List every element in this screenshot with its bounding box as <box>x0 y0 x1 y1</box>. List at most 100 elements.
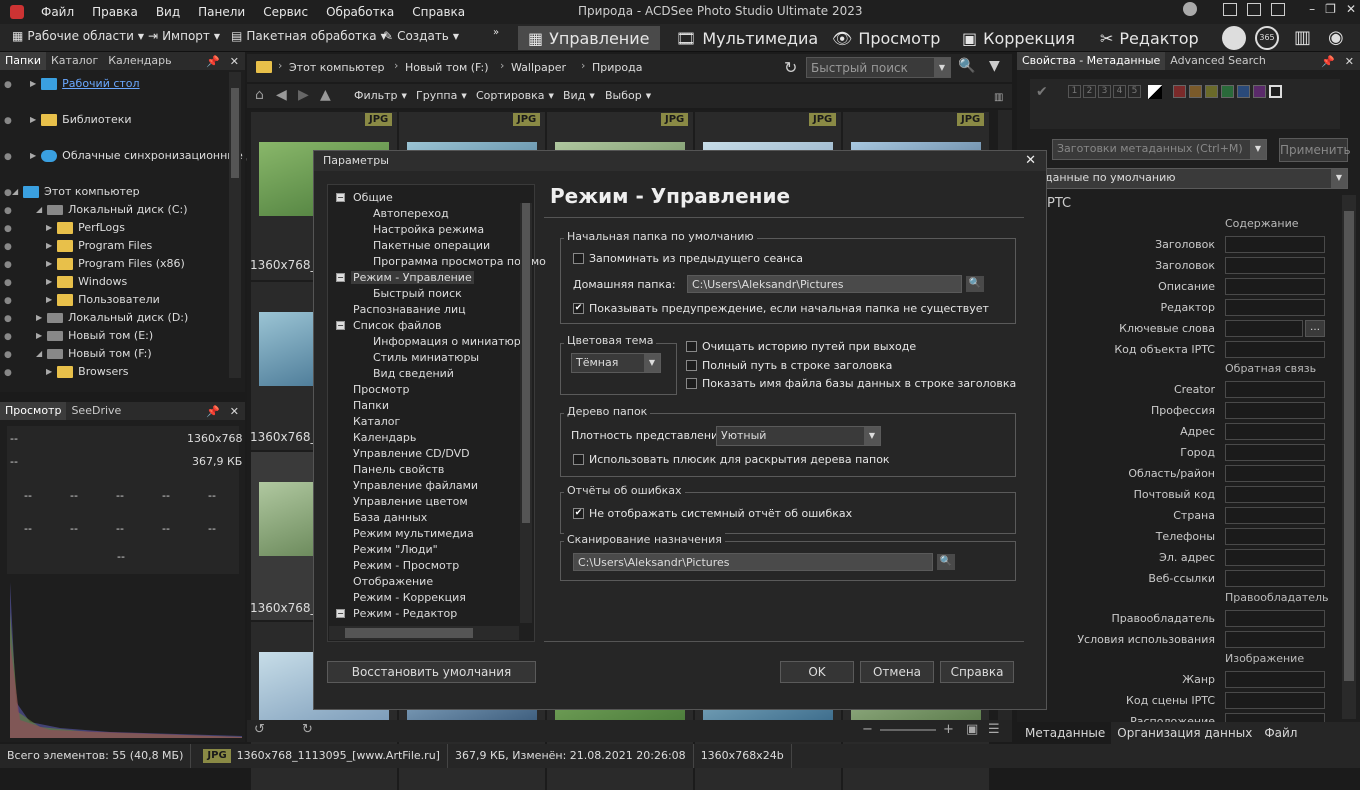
metadata-preset-combo[interactable]: Заготовки метаданных (Ctrl+M) ▼ <box>1052 139 1267 160</box>
metadata-field-input[interactable] <box>1225 381 1325 398</box>
toolbar-overflow-icon[interactable]: » <box>493 27 499 38</box>
metadata-field-input[interactable] <box>1225 692 1325 709</box>
rating-3-button[interactable]: 3 <box>1098 85 1111 98</box>
breadcrumb-item[interactable]: Природа <box>592 61 642 74</box>
breadcrumb-item[interactable]: Новый том (F:) <box>405 61 489 74</box>
minimize-button[interactable]: – <box>1309 2 1315 16</box>
metadata-field-input[interactable] <box>1225 423 1325 440</box>
metadata-field-input[interactable] <box>1225 320 1303 337</box>
options-tree-item[interactable]: Режим "Люди" <box>351 543 440 556</box>
options-tree-item[interactable]: Список файлов <box>351 319 443 332</box>
metadata-field-input[interactable] <box>1225 610 1325 627</box>
options-tree-item[interactable]: Просмотр <box>351 383 411 396</box>
cancel-button[interactable]: Отмена <box>860 661 934 683</box>
restore-button[interactable]: ❐ <box>1325 2 1336 16</box>
tab-folders[interactable]: Папки <box>0 52 46 70</box>
clear-history-checkbox[interactable]: Очищать историю путей при выходе <box>686 340 916 353</box>
scan-folder-field[interactable]: C:\Users\Aleksandr\Pictures <box>573 553 933 571</box>
metadata-scrollbar[interactable] <box>1342 195 1356 719</box>
menu-view[interactable]: Вид <box>147 5 189 19</box>
menu-file[interactable]: Файл <box>32 5 83 19</box>
rating-4-button[interactable]: 4 <box>1113 85 1126 98</box>
pin-icon[interactable]: ● <box>4 350 12 360</box>
expand-icon[interactable]: ◢ <box>36 349 42 358</box>
options-tree-item[interactable]: Режим мультимедиа <box>351 527 476 540</box>
options-tree-item[interactable]: Управление CD/DVD <box>351 447 472 460</box>
search-icon[interactable]: 🔍 <box>958 58 975 74</box>
eye-settings-icon[interactable]: ◉ <box>1328 27 1344 48</box>
close-icon[interactable]: ✕ <box>230 55 239 68</box>
restore-defaults-button[interactable]: Восстановить умолчания <box>327 661 536 683</box>
plus-expand-checkbox[interactable]: Использовать плюсик для раскрытия дерева… <box>573 453 890 466</box>
back-icon[interactable]: ◀ <box>276 87 287 103</box>
expand-icon[interactable]: ▶ <box>30 79 36 88</box>
tab-advanced-search[interactable]: Advanced Search <box>1165 52 1271 70</box>
collapse-icon[interactable]: − <box>336 321 345 330</box>
folder-tree-scrollbar[interactable] <box>229 72 241 378</box>
pin-icon[interactable]: ● <box>4 314 12 324</box>
expand-icon[interactable]: ▶ <box>46 259 52 268</box>
metadata-field-input[interactable] <box>1225 341 1325 358</box>
batch-button[interactable]: ▤ Пакетная обработка ▼ <box>231 29 387 43</box>
options-tree-item[interactable]: Управление файлами <box>351 479 480 492</box>
folder-tree-item[interactable]: ▶ Windows <box>46 275 127 288</box>
options-tree-item[interactable]: База данных <box>351 511 429 524</box>
layout-bottom-icon[interactable] <box>1247 2 1262 16</box>
pin-icon[interactable]: ● <box>4 116 12 126</box>
options-tree-hscrollbar[interactable] <box>329 626 519 640</box>
close-button[interactable]: ✕ <box>1346 2 1356 16</box>
collapse-icon[interactable]: − <box>336 193 345 202</box>
pin-icon[interactable]: ● <box>4 332 12 342</box>
apply-button[interactable]: Применить <box>1279 138 1351 162</box>
mode-develop[interactable]: ▣ Коррекция <box>952 26 1085 50</box>
metadata-field-input[interactable] <box>1225 299 1325 316</box>
options-tree-item[interactable]: Управление цветом <box>351 495 470 508</box>
filter-menu-2[interactable]: Сортировка ▼ <box>476 89 554 102</box>
menu-process[interactable]: Обработка <box>317 5 403 19</box>
mode-media[interactable]: 🎞 Мультимедиа <box>666 26 828 50</box>
pin-icon[interactable]: 📌 <box>206 55 220 68</box>
dialog-close-button[interactable]: ✕ <box>1025 153 1036 168</box>
pin-icon[interactable]: ● <box>4 80 12 90</box>
collapse-icon[interactable]: − <box>336 609 345 618</box>
expand-icon[interactable]: ▶ <box>46 295 52 304</box>
pin-icon[interactable]: 📌 <box>206 405 220 418</box>
expand-icon[interactable]: ▶ <box>36 313 42 322</box>
expand-icon[interactable]: ▶ <box>46 367 52 376</box>
help-button[interactable]: Справка <box>940 661 1014 683</box>
tab-file[interactable]: Файл <box>1258 722 1303 744</box>
zoom-slider[interactable] <box>880 729 936 731</box>
app-icon[interactable] <box>10 5 24 19</box>
expand-icon[interactable]: ▶ <box>36 331 42 340</box>
metadata-view-combo[interactable]: данные по умолчанию ▼ <box>1040 168 1348 189</box>
home-icon[interactable]: ⌂ <box>255 87 264 103</box>
pin-icon[interactable]: ● <box>4 224 12 234</box>
image-view-icon[interactable]: ▣ <box>966 722 978 737</box>
metadata-field-input[interactable] <box>1225 236 1325 253</box>
color-label-3[interactable] <box>1221 85 1234 98</box>
breadcrumb-item[interactable]: Этот компьютер <box>289 61 385 74</box>
folder-tree-item[interactable]: ▶ Библиотеки <box>30 113 132 126</box>
expand-icon[interactable]: ▶ <box>30 151 36 160</box>
options-tree-item[interactable]: Папки <box>351 399 391 412</box>
folder-tree-item[interactable]: ◢ Новый том (F:) <box>36 347 152 360</box>
metadata-field-input[interactable] <box>1225 570 1325 587</box>
options-tree-item[interactable]: Распознавание лиц <box>351 303 468 316</box>
check-icon[interactable]: ✔ <box>1036 84 1048 100</box>
tab-metadata[interactable]: Метаданные <box>1017 722 1112 744</box>
folder-tree-item[interactable]: ▶ Локальный диск (D:) <box>36 311 188 324</box>
expand-icon[interactable]: ▶ <box>46 223 52 232</box>
options-tree-item[interactable]: Стиль миниатюры <box>371 351 481 364</box>
metadata-field-input[interactable] <box>1225 528 1325 545</box>
layout-left-icon[interactable] <box>1223 2 1238 16</box>
expand-icon[interactable]: ◢ <box>12 187 18 196</box>
close-icon[interactable]: ✕ <box>230 405 239 418</box>
metadata-field-input[interactable] <box>1225 257 1325 274</box>
pin-icon[interactable]: 📌 <box>1321 55 1335 68</box>
pin-icon[interactable]: ● <box>4 206 12 216</box>
pin-icon[interactable]: ● <box>4 188 12 198</box>
rotate-left-icon[interactable]: ↺ <box>254 722 265 737</box>
menu-help[interactable]: Справка <box>403 5 474 19</box>
workspaces-button[interactable]: ▦ Рабочие области ▼ <box>12 29 144 43</box>
options-tree-item[interactable]: Настройка режима <box>371 223 486 236</box>
